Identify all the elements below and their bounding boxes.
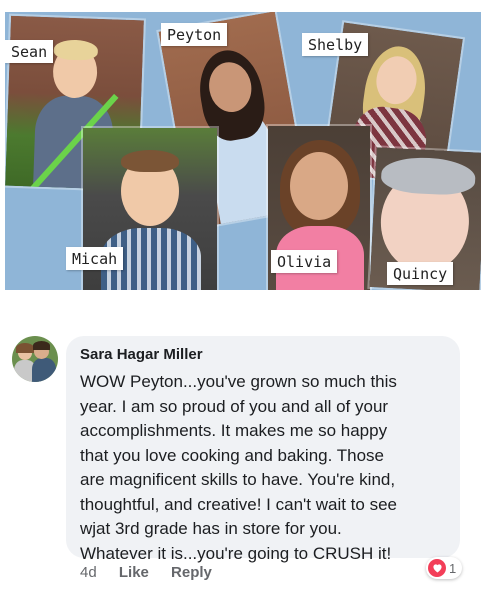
comment-bubble: Sara Hagar Miller WOW Peyton...you've gr… xyxy=(66,336,460,563)
photo-collage[interactable]: Sean Peyton Shelby Micah Olivia Quincy xyxy=(5,12,481,290)
name-tag-shelby: Shelby xyxy=(302,33,369,56)
reaction-count: 1 xyxy=(449,560,457,576)
heart-icon xyxy=(428,559,446,577)
comment-author[interactable]: Sara Hagar Miller xyxy=(80,346,203,363)
name-tag-peyton: Peyton xyxy=(161,23,228,46)
comment-timestamp[interactable]: 4d xyxy=(80,564,97,581)
comment-text: WOW Peyton...you've grown so much this y… xyxy=(80,372,397,563)
like-button[interactable]: Like xyxy=(119,564,149,581)
name-tag-olivia: Olivia xyxy=(271,250,338,273)
comment-actions: 4d Like Reply xyxy=(80,564,212,581)
commenter-avatar[interactable] xyxy=(12,336,58,382)
reply-button[interactable]: Reply xyxy=(171,564,212,581)
name-tag-sean: Sean xyxy=(5,40,54,63)
reaction-summary[interactable]: 1 xyxy=(426,557,463,579)
name-tag-quincy: Quincy xyxy=(387,262,454,285)
name-tag-micah: Micah xyxy=(66,247,124,270)
